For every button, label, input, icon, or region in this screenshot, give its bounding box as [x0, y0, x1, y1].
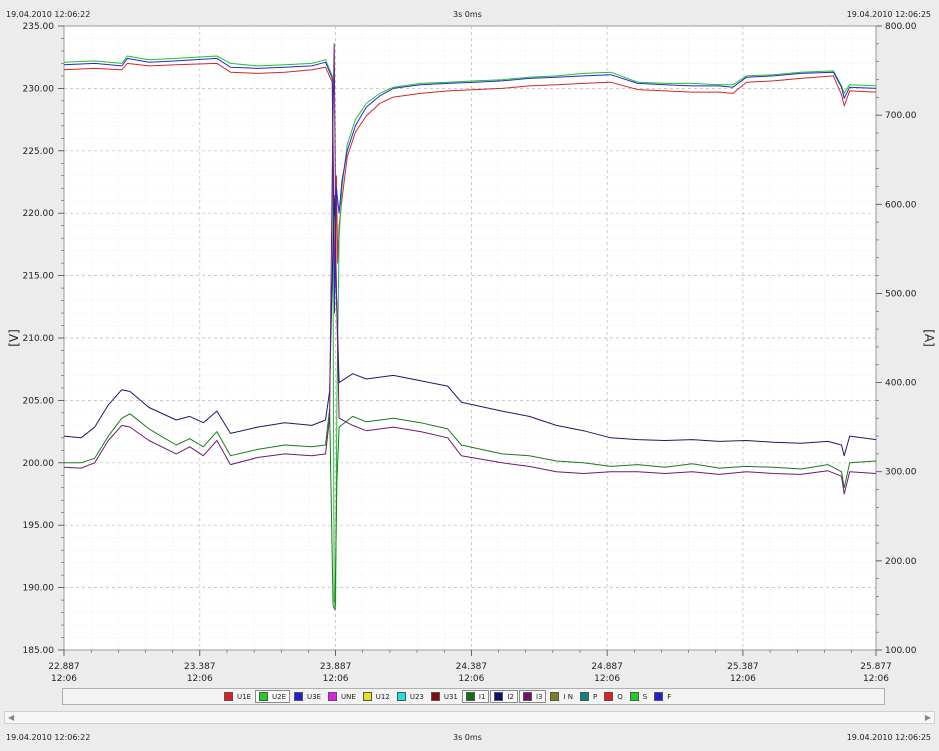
y-tick-label: 225.00: [23, 147, 55, 157]
x-tick-sublabel: 12:06: [458, 674, 484, 684]
y-tick-label: 195.00: [23, 521, 55, 531]
legend-label: UNE: [341, 692, 356, 701]
x-tick-sublabel: 12:06: [187, 674, 213, 684]
y-tick-label: 230.00: [23, 84, 55, 94]
legend-item-u3e[interactable]: U3E: [291, 690, 324, 703]
legend-item-u12[interactable]: U12: [360, 690, 393, 703]
y-axis-title: [V]: [7, 329, 21, 347]
legend-label: U3E: [307, 692, 321, 701]
legend-swatch: [604, 692, 614, 701]
legend-item-u23[interactable]: U23: [394, 690, 427, 703]
x-tick-sublabel: 12:06: [323, 674, 349, 684]
y2-axis-title: [A]: [922, 329, 936, 347]
legend-item-u1e[interactable]: U1E: [221, 690, 254, 703]
y-tick-label: 185.00: [23, 646, 55, 656]
legend-item-f[interactable]: F: [651, 690, 674, 703]
y-tick-label: 190.00: [23, 584, 55, 594]
x-tick-sublabel: 12:06: [730, 674, 756, 684]
scroll-left-icon[interactable]: ◀: [8, 712, 14, 723]
legend-item-in[interactable]: I N: [547, 690, 576, 703]
legend-swatch: [522, 692, 532, 701]
legend-item-i2[interactable]: I2: [490, 690, 518, 703]
legend-label: U31: [443, 692, 458, 701]
legend-swatch: [550, 692, 560, 701]
x-tick-label: 24.387: [456, 662, 488, 672]
footer-end-time: 19.04.2010 12:06:25: [846, 733, 931, 742]
legend-item-i1[interactable]: I1: [461, 690, 490, 703]
y-tick-label: 205.00: [23, 396, 55, 406]
chart: 235.00 230.00 225.00 220.00 215.00 210.00 205.…: [7, 22, 936, 684]
legend-swatch: [362, 692, 372, 701]
legend-label: I3: [535, 692, 543, 701]
legend-swatch: [259, 692, 268, 701]
legend-swatch: [465, 692, 475, 701]
x-tick-label: 23.387: [184, 662, 216, 672]
y2-tick-label: 600.00: [885, 200, 917, 210]
y2-tick-label: 100.00: [885, 646, 917, 656]
legend-swatch: [396, 692, 406, 701]
x-tick-label: 23.887: [320, 662, 352, 672]
legend-item-q[interactable]: Q: [601, 690, 626, 703]
y2-tick-label: 700.00: [885, 111, 917, 121]
x-tick-label: 25.387: [727, 662, 759, 672]
footer-duration: 3s 0ms: [453, 733, 482, 742]
legend-swatch: [580, 692, 590, 701]
horizontal-scrollbar[interactable]: ◀ ▶: [4, 711, 935, 724]
legend-item-u31[interactable]: U31: [428, 690, 461, 703]
footer-start-time: 19.04.2010 12:06:22: [6, 733, 91, 742]
legend-swatch: [629, 692, 639, 701]
x-tick-label: 25.877: [860, 662, 892, 672]
x-tick-label: 22.887: [48, 662, 80, 672]
legend-swatch: [654, 692, 664, 701]
y2-tick-label: 800.00: [885, 22, 917, 32]
legend-label: P: [593, 692, 598, 701]
legend-label: I2: [507, 692, 514, 701]
y-tick-label: 220.00: [23, 209, 55, 219]
legend-label: U23: [409, 692, 424, 701]
legend-items: U1E U2E U3E UNE U12 U23 U31 I1 I2 I3 I N P Q S F: [221, 689, 675, 704]
legend-label: F: [667, 692, 672, 701]
legend-label: I1: [478, 692, 486, 701]
legend-swatch: [430, 692, 440, 701]
legend-swatch: [294, 692, 303, 701]
y2-tick-label: 500.00: [885, 289, 917, 299]
y-tick-label: 235.00: [23, 22, 55, 32]
legend-item-i3[interactable]: I3: [518, 690, 547, 703]
y-tick-label: 210.00: [23, 334, 55, 344]
y2-tick-label: 200.00: [885, 557, 917, 567]
legend-label: I N: [563, 692, 574, 701]
legend-item-u2e[interactable]: U2E: [255, 690, 290, 703]
legend-swatch: [494, 692, 504, 701]
x-tick-label: 24.887: [591, 662, 623, 672]
x-tick-sublabel: 12:06: [51, 674, 77, 684]
legend-item-une[interactable]: UNE: [325, 690, 359, 703]
legend-bar: U1E U2E U3E UNE U12 U23 U31 I1 I2 I3 I N P Q S F: [62, 688, 885, 705]
legend-item-s[interactable]: S: [627, 690, 650, 703]
x-tick-sublabel: 12:06: [594, 674, 620, 684]
legend-label: U12: [375, 692, 390, 701]
y-tick-label: 215.00: [23, 272, 55, 282]
legend-label: U1E: [237, 692, 251, 701]
legend-swatch: [328, 692, 337, 701]
y2-tick-label: 300.00: [885, 468, 917, 478]
legend-label: U2E: [272, 692, 286, 701]
x-tick-sublabel: 12:06: [863, 674, 889, 684]
legend-item-p[interactable]: P: [577, 690, 600, 703]
scroll-right-icon[interactable]: ▶: [925, 712, 931, 723]
y-tick-label: 200.00: [23, 459, 55, 469]
legend-swatch: [224, 692, 233, 701]
y2-tick-label: 400.00: [885, 379, 917, 389]
legend-label: S: [642, 692, 648, 701]
legend-label: Q: [617, 692, 623, 701]
